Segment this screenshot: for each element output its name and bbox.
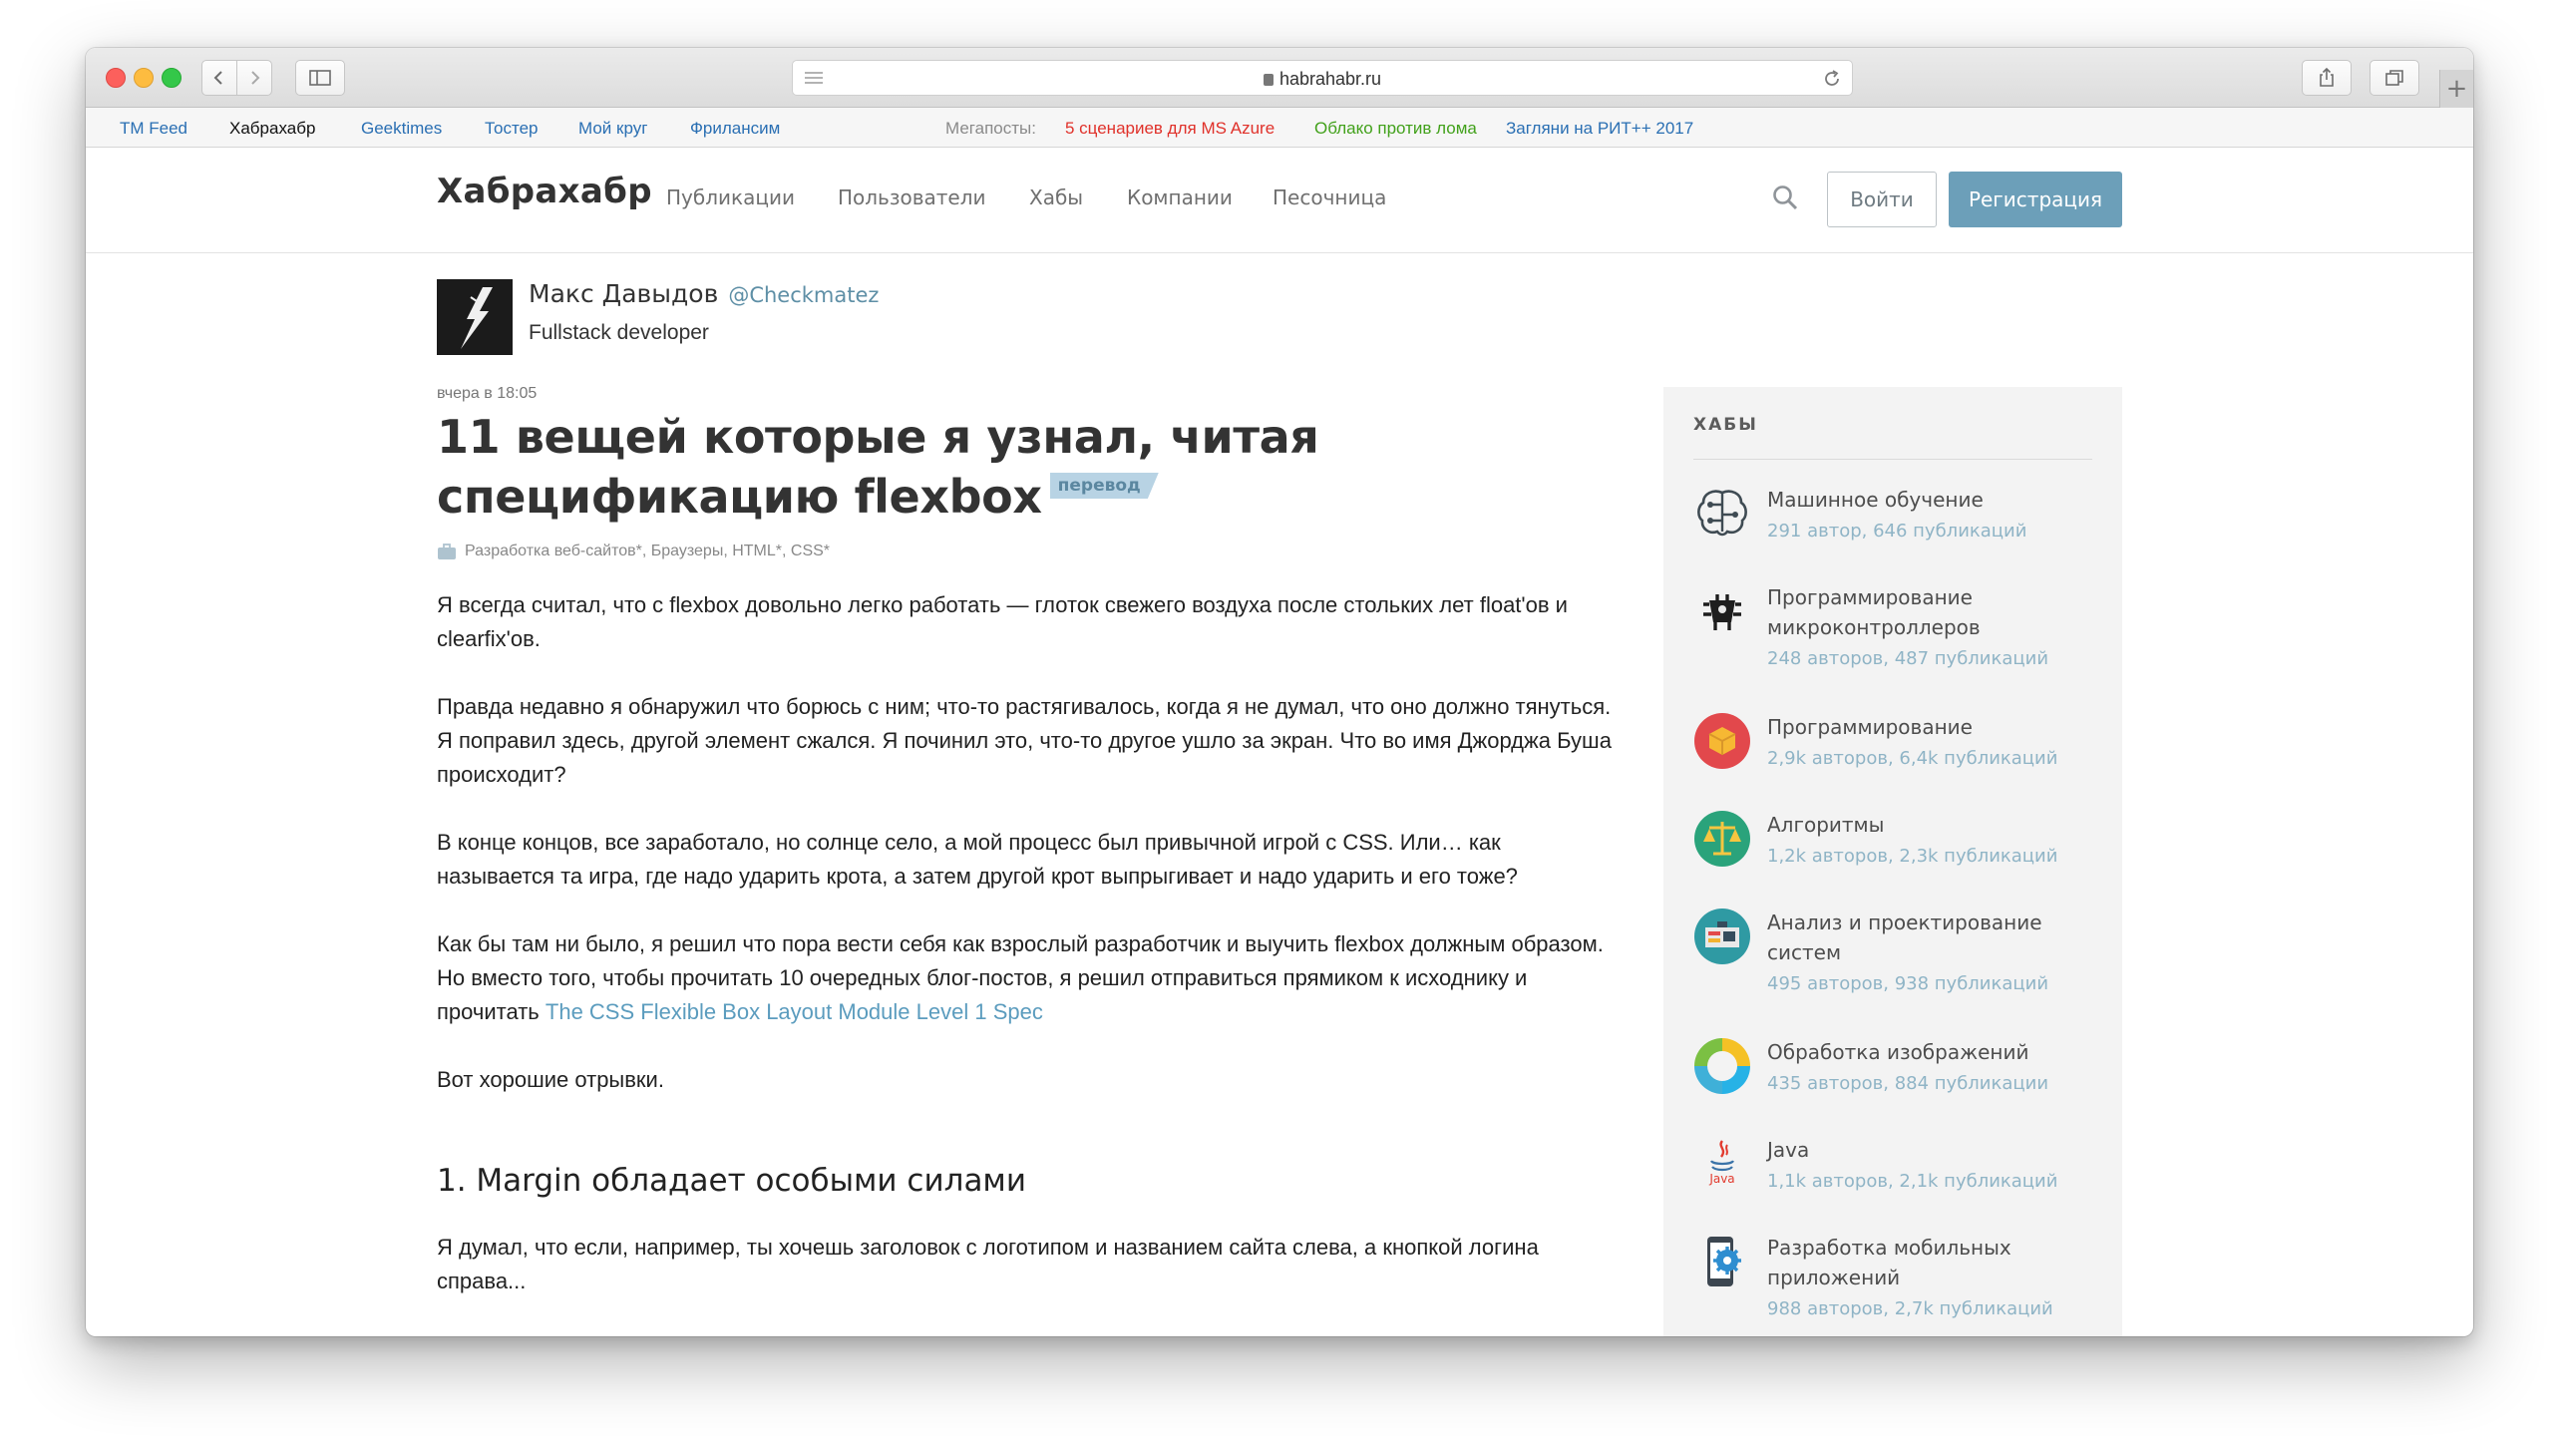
browser-window: habrahabr.ru + TM Feed Хабрахабр Geektim…: [86, 48, 2473, 1336]
translation-badge: перевод: [1049, 473, 1159, 499]
address-bar[interactable]: habrahabr.ru: [792, 60, 1853, 96]
megapost-link-azure[interactable]: 5 сценариев для MS Azure: [1065, 119, 1275, 139]
hubs-sidebar: ХАБЫ Машинное обучение 291 автор, 646 пуб…: [1663, 387, 2122, 1336]
paragraph-4: Как бы там ни было, я решил что пора вес…: [437, 931, 1604, 1024]
plus-icon: +: [2445, 74, 2468, 104]
post-title: 11 вещей которые я узнал, читая специфик…: [437, 407, 1653, 527]
hub-stats: 435 авторов, 884 публикации: [1767, 1073, 2049, 1094]
scales-icon: [1694, 811, 1750, 867]
paragraph-3: В конце концов, все заработало, но солнц…: [437, 830, 1518, 889]
bookmark-moikrug[interactable]: Мой круг: [578, 119, 647, 139]
java-icon: Java: [1708, 1140, 1735, 1186]
color-ring-icon: [1694, 1038, 1750, 1094]
brain-icon: [1697, 490, 1747, 537]
sidebar-divider: [1693, 459, 2092, 460]
share-button[interactable]: [2302, 60, 2352, 96]
hub-stats: 291 автор, 646 публикаций: [1767, 521, 2027, 542]
hub-name: Java: [1767, 1138, 1810, 1162]
new-tab-button[interactable]: +: [2439, 70, 2473, 108]
show-tabs-button[interactable]: [2370, 60, 2419, 96]
hub-name: Машинное обучение: [1767, 488, 1984, 512]
post-body: Я всегда считал, что с flexbox довольно …: [437, 588, 1624, 1332]
post-hubs-list[interactable]: Разработка веб-сайтов*, Браузеры, HTML*,…: [465, 543, 830, 560]
hub-stats: 1,2k авторов, 2,3k публикаций: [1767, 846, 2058, 867]
forward-button[interactable]: [236, 60, 272, 96]
mobile-gear-icon: [1707, 1237, 1741, 1286]
author-avatar[interactable]: [437, 279, 513, 355]
blueprint-icon: [1694, 909, 1750, 964]
post-hubs: Разработка веб-сайтов*, Браузеры, HTML*,…: [437, 543, 830, 560]
hub-name: Обработка изображений: [1767, 1040, 2029, 1064]
site-logo[interactable]: Хабрахабр: [437, 172, 652, 211]
menu-item-publications[interactable]: Публикации: [666, 185, 795, 209]
spec-link[interactable]: The CSS Flexible Box Layout Module Level…: [546, 999, 1043, 1024]
bookmarks-bar: TM Feed Хабрахабр Geektimes Тостер Мой к…: [86, 108, 2473, 148]
lock-icon: [1263, 74, 1274, 86]
section-heading: 1. Margin обладает особыми силами: [437, 1163, 1026, 1199]
sidebar-toggle-button[interactable]: [295, 60, 345, 96]
author-name[interactable]: Макс Давыдов: [529, 279, 718, 308]
menu-item-companies[interactable]: Компании: [1127, 185, 1233, 209]
register-button[interactable]: Регистрация: [1949, 172, 2122, 227]
briefcase-icon: [438, 544, 456, 559]
zoom-window-button[interactable]: [162, 68, 182, 88]
share-icon: [2320, 68, 2334, 87]
close-window-button[interactable]: [106, 68, 126, 88]
site-header: Хабрахабр Публикации Пользователи Хабы К…: [86, 148, 2473, 253]
post-title-text: 11 вещей которые я узнал, читая специфик…: [437, 410, 1319, 524]
megapost-link-rit[interactable]: Загляни на РИТ++ 2017: [1506, 119, 1693, 139]
tabs-icon: [2385, 70, 2403, 86]
chip-icon: [1703, 594, 1741, 630]
url-text: habrahabr.ru: [1278, 69, 1382, 89]
hub-stats: 1,1k авторов, 2,1k публикаций: [1767, 1171, 2058, 1192]
paragraph-5: Вот хорошие отрывки.: [437, 1067, 664, 1092]
avatar-image: [437, 279, 513, 355]
hub-name: Разработка мобильных приложений: [1767, 1236, 2011, 1289]
megaposts-label: Мегапосты:: [945, 119, 1036, 138]
author-specialization: Fullstack developer: [529, 321, 709, 344]
sidebar-icon: [309, 70, 331, 86]
paragraph-6: Я думал, что если, например, ты хочешь з…: [437, 1235, 1539, 1293]
browser-toolbar: habrahabr.ru +: [86, 48, 2473, 108]
hub-name: Анализ и проектирование систем: [1767, 910, 2042, 964]
back-icon: [213, 71, 222, 85]
hub-name: Алгоритмы: [1767, 813, 1885, 837]
hub-name: Программирование: [1767, 715, 1973, 739]
forward-icon: [251, 71, 260, 85]
hub-stats: 248 авторов, 487 публикаций: [1767, 648, 2049, 669]
bookmark-geektimes[interactable]: Geektimes: [361, 119, 442, 139]
megapost-link-cloud[interactable]: Облако против лома: [1314, 119, 1477, 139]
hub-stats: 495 авторов, 938 публикаций: [1767, 973, 2049, 994]
menu-item-hubs[interactable]: Хабы: [1029, 185, 1083, 209]
bookmark-freelansim[interactable]: Фрилансим: [690, 119, 780, 139]
login-button[interactable]: Войти: [1827, 172, 1937, 227]
reload-icon[interactable]: [1822, 69, 1842, 89]
hub-name: Программирование микроконтроллеров: [1767, 585, 1981, 639]
svg-text:Java: Java: [1708, 1172, 1734, 1186]
hub-stats: 2,9k авторов, 6,4k публикаций: [1767, 748, 2058, 769]
author-nick[interactable]: @Checkmatez: [728, 283, 879, 307]
bookmark-tm-feed[interactable]: TM Feed: [120, 119, 187, 139]
cube-icon: [1694, 713, 1750, 769]
menu-item-sandbox[interactable]: Песочница: [1273, 185, 1386, 209]
bookmark-habrahabr[interactable]: Хабрахабр: [229, 119, 315, 139]
hub-stats: 988 авторов, 2,7k публикаций: [1767, 1298, 2053, 1319]
paragraph-2: Правда недавно я обнаружил что борюсь с …: [437, 694, 1612, 787]
search-icon[interactable]: [1771, 183, 1799, 211]
minimize-window-button[interactable]: [134, 68, 154, 88]
back-button[interactable]: [201, 60, 237, 96]
paragraph-1: Я всегда считал, что с flexbox довольно …: [437, 592, 1568, 651]
post-time: вчера в 18:05: [437, 385, 538, 402]
sidebar-title: ХАБЫ: [1693, 415, 1758, 435]
menu-item-users[interactable]: Пользователи: [838, 185, 986, 209]
bookmark-toster[interactable]: Тостер: [485, 119, 539, 139]
